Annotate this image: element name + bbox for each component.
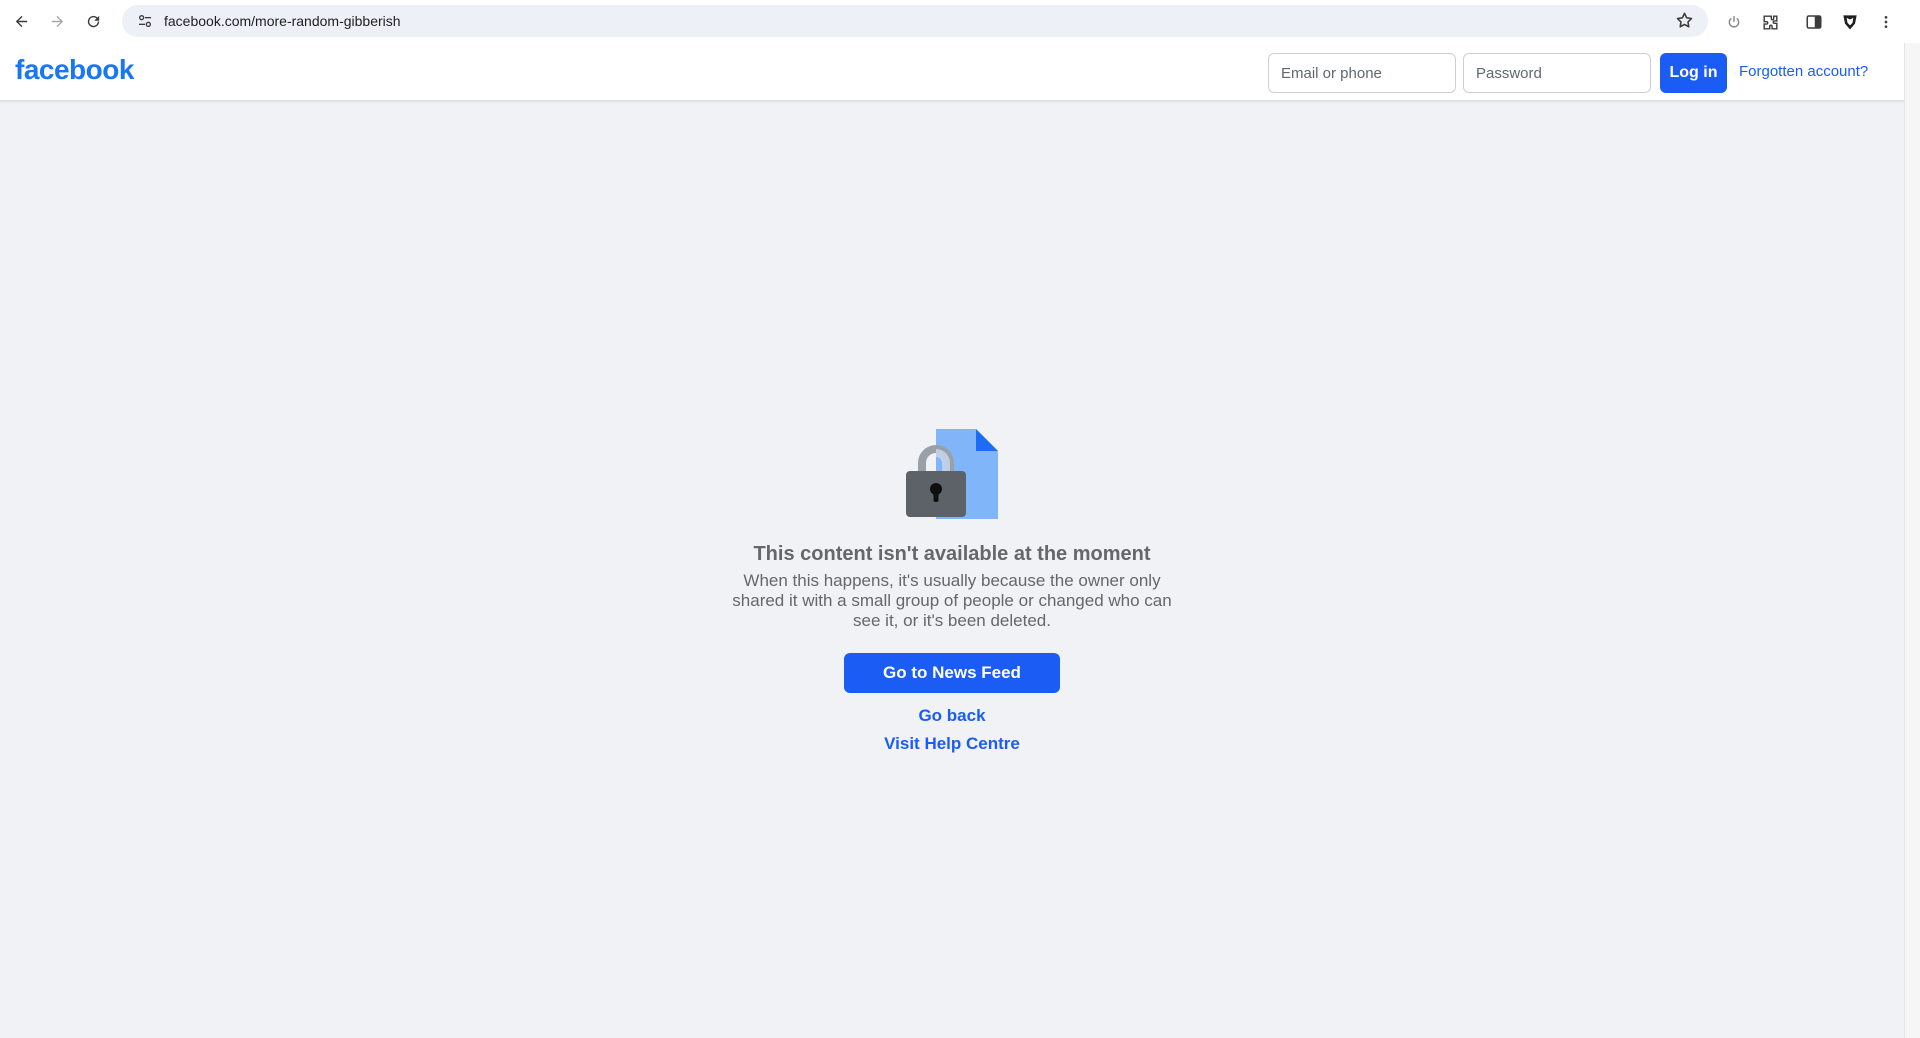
email-field[interactable] bbox=[1268, 53, 1456, 93]
url-text[interactable]: facebook.com/more-random-gibberish bbox=[164, 13, 401, 29]
reload-icon bbox=[87, 15, 99, 28]
scrollbar[interactable] bbox=[1904, 43, 1920, 1038]
lock-document-icon bbox=[906, 429, 998, 519]
extensions-icon[interactable] bbox=[1752, 7, 1788, 37]
site-settings-icon[interactable] bbox=[128, 13, 162, 29]
content-unavailable-panel: This content isn't available at the mome… bbox=[0, 101, 1904, 1038]
login-button[interactable]: Log in bbox=[1660, 53, 1727, 93]
page-description: When this happens, it's usually because … bbox=[732, 571, 1172, 630]
facebook-logo[interactable]: facebook bbox=[15, 54, 134, 86]
browser-toolbar: facebook.com/more-random-gibberish bbox=[0, 0, 1920, 43]
brave-shield-icon[interactable] bbox=[1832, 7, 1868, 37]
reload-button[interactable] bbox=[78, 7, 108, 37]
more-vertical-icon[interactable] bbox=[1868, 7, 1904, 37]
password-field[interactable] bbox=[1463, 53, 1651, 93]
forward-button[interactable] bbox=[42, 7, 72, 37]
back-arrow-icon bbox=[15, 15, 27, 28]
browser-actions bbox=[1716, 7, 1904, 37]
power-icon[interactable] bbox=[1716, 7, 1752, 37]
bookmark-star-icon[interactable] bbox=[1675, 11, 1694, 35]
address-bar[interactable]: facebook.com/more-random-gibberish bbox=[122, 5, 1708, 37]
forward-arrow-icon bbox=[51, 15, 63, 28]
side-panel-icon[interactable] bbox=[1796, 7, 1832, 37]
forgotten-account-link[interactable]: Forgotten account? bbox=[1739, 63, 1868, 80]
back-button[interactable] bbox=[6, 7, 36, 37]
help-centre-link[interactable]: Visit Help Centre bbox=[884, 734, 1020, 754]
facebook-header: facebook Log in Forgotten account? bbox=[0, 43, 1904, 101]
page-title: This content isn't available at the mome… bbox=[753, 543, 1151, 565]
go-back-link[interactable]: Go back bbox=[918, 706, 985, 726]
go-to-news-feed-button[interactable]: Go to News Feed bbox=[844, 653, 1060, 693]
